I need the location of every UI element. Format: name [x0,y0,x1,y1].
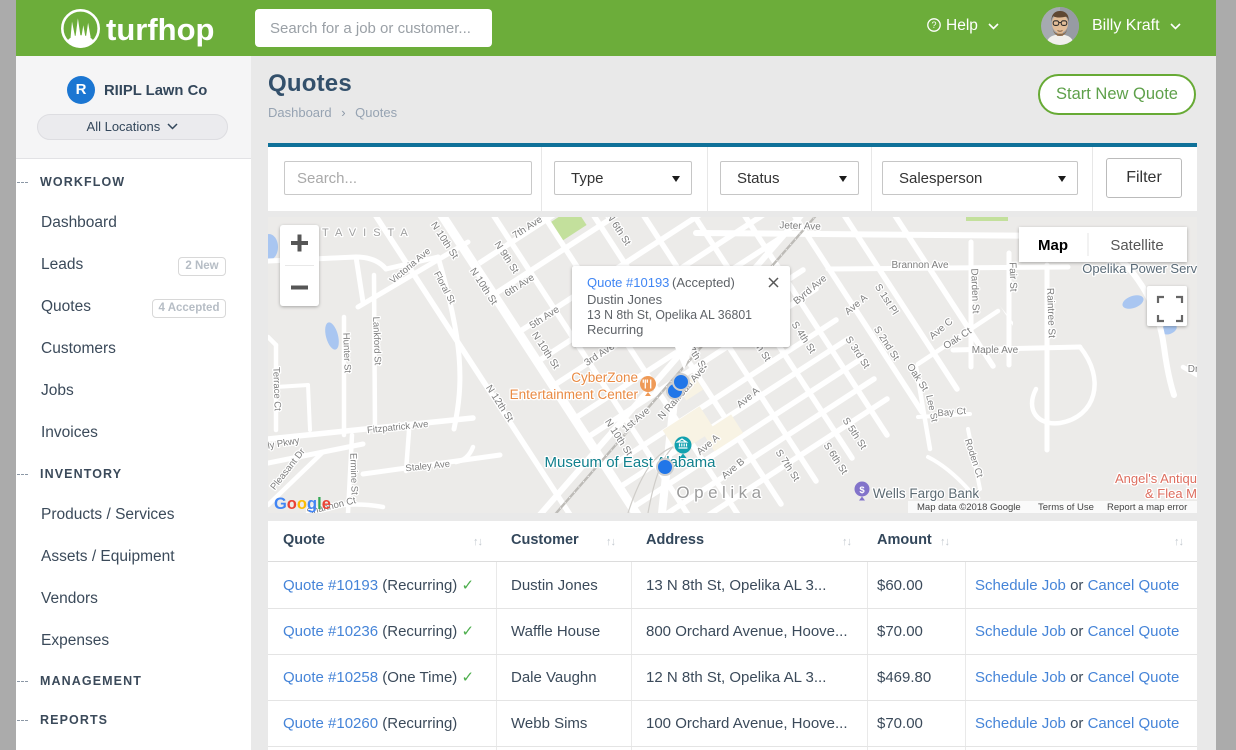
svg-text:Wells Fargo Bank: Wells Fargo Bank [873,486,980,501]
svg-text:Opelika Power Service: Opelika Power Service [1082,261,1197,276]
svg-text:(Accepted): (Accepted) [672,275,735,290]
svg-text:T A V I S T A: T A V I S T A [322,227,410,239]
svg-text:?: ? [931,20,936,30]
svg-text:Dr: Dr [1188,364,1197,375]
svg-text:Terrace Ct: Terrace Ct [270,367,283,412]
svg-text:Maple Ave: Maple Ave [972,345,1019,356]
svg-text:Google: Google [274,495,331,513]
svg-text:$: $ [859,485,865,496]
svg-text:Darden St: Darden St [968,268,981,314]
svg-text:Ermine St: Ermine St [347,453,359,495]
svg-text:Report a map error: Report a map error [1107,502,1187,513]
svg-text:Fair St: Fair St [1006,262,1018,292]
svg-text:13 N 8th St, Opelika AL 36801: 13 N 8th St, Opelika AL 36801 [587,307,752,322]
svg-text:& Flea M: & Flea M [1145,486,1197,501]
svg-text:Map: Map [1038,237,1068,254]
svg-text:Entertainment Center: Entertainment Center [510,387,639,402]
svg-text:Angel's Antiqu: Angel's Antiqu [1115,471,1197,486]
svg-text:Opelika: Opelika [676,483,765,502]
svg-text:Satellite: Satellite [1110,237,1163,254]
svg-text:Hunter St: Hunter St [340,333,352,374]
svg-text:Raintree St: Raintree St [1044,288,1057,339]
svg-text:Brannon Ave: Brannon Ave [891,260,949,271]
svg-text:Map data ©2018 Google: Map data ©2018 Google [917,502,1021,513]
svg-text:Jeter Ave: Jeter Ave [779,220,821,232]
svg-text:Museum of East Alabama: Museum of East Alabama [545,454,717,471]
svg-text:Quote #10193: Quote #10193 [587,275,669,290]
svg-text:CyberZone: CyberZone [571,370,638,385]
svg-text:Recurring: Recurring [587,322,643,337]
svg-text:Dustin Jones: Dustin Jones [587,292,663,307]
svg-text:Terms of Use: Terms of Use [1038,502,1094,513]
svg-text:Lankford St: Lankford St [370,316,383,365]
